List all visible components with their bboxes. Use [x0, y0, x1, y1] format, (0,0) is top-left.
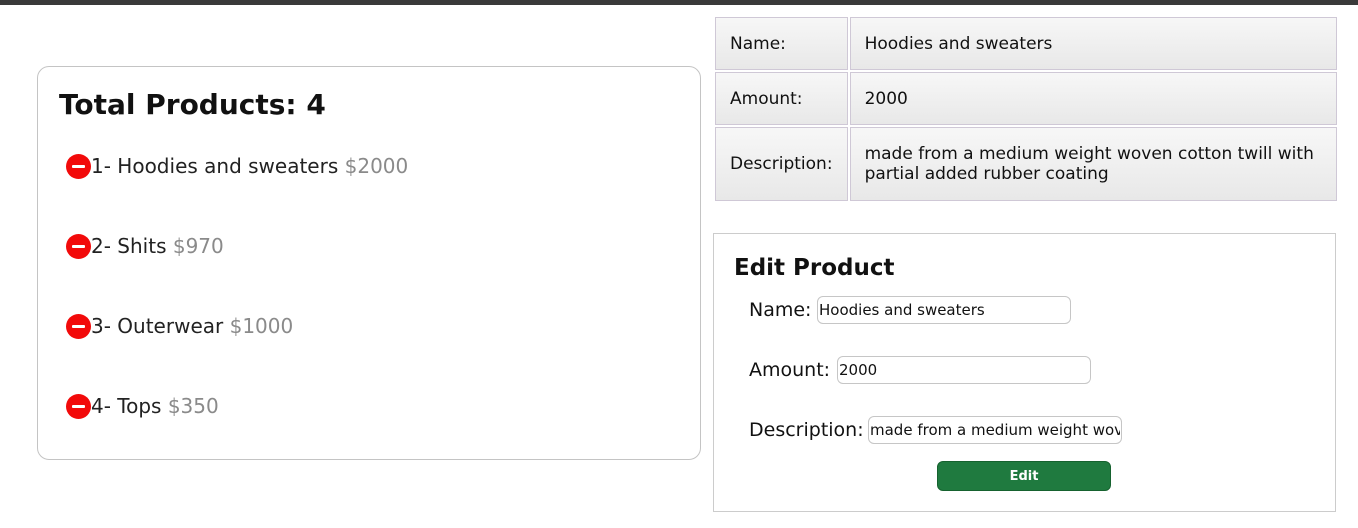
top-bar: [0, 0, 1358, 5]
total-products-title: Total Products: 4: [59, 88, 326, 121]
product-item-price: $2000: [344, 154, 409, 178]
product-item-price: $350: [167, 394, 219, 418]
name-input[interactable]: [817, 296, 1071, 324]
details-value: Hoodies and sweaters: [849, 17, 1337, 70]
details-value: 2000: [849, 72, 1337, 125]
product-item-2: 2- Shits $970: [66, 233, 224, 259]
description-input[interactable]: [868, 416, 1122, 444]
product-list-card: Total Products: 4 1- Hoodies and sweater…: [37, 66, 701, 460]
remove-circle-icon[interactable]: [66, 393, 91, 419]
product-item-label: 1- Hoodies and sweaters: [91, 154, 339, 178]
product-item-label: 4- Tops: [91, 394, 162, 418]
details-key: Amount:: [715, 72, 848, 125]
product-item-1: 1- Hoodies and sweaters $2000: [66, 153, 408, 179]
details-row-description: Description: made from a medium weight w…: [715, 127, 1337, 201]
description-label: Description:: [749, 419, 864, 441]
edit-product-title: Edit Product: [734, 255, 895, 281]
product-details-table: Name: Hoodies and sweaters Amount: 2000 …: [713, 15, 1339, 203]
edit-button[interactable]: Edit: [937, 461, 1111, 491]
remove-circle-icon[interactable]: [66, 233, 91, 259]
product-item-price: $1000: [229, 314, 294, 338]
details-key: Name:: [715, 17, 848, 70]
details-row-amount: Amount: 2000: [715, 72, 1337, 125]
details-value: made from a medium weight woven cotton t…: [849, 127, 1337, 201]
details-key: Description:: [715, 127, 848, 201]
product-item-label: 2- Shits: [91, 234, 167, 258]
edit-product-card: Edit Product Name: Amount: Description: …: [713, 233, 1336, 512]
remove-circle-icon[interactable]: [66, 313, 91, 339]
product-item-price: $970: [172, 234, 224, 258]
details-row-name: Name: Hoodies and sweaters: [715, 17, 1337, 70]
product-item-3: 3- Outerwear $1000: [66, 313, 293, 339]
product-item-4: 4- Tops $350: [66, 393, 219, 419]
product-item-label: 3- Outerwear: [91, 314, 224, 338]
remove-circle-icon[interactable]: [66, 153, 91, 179]
amount-input[interactable]: [837, 356, 1091, 384]
amount-label: Amount:: [749, 359, 831, 381]
name-label: Name:: [749, 299, 812, 321]
